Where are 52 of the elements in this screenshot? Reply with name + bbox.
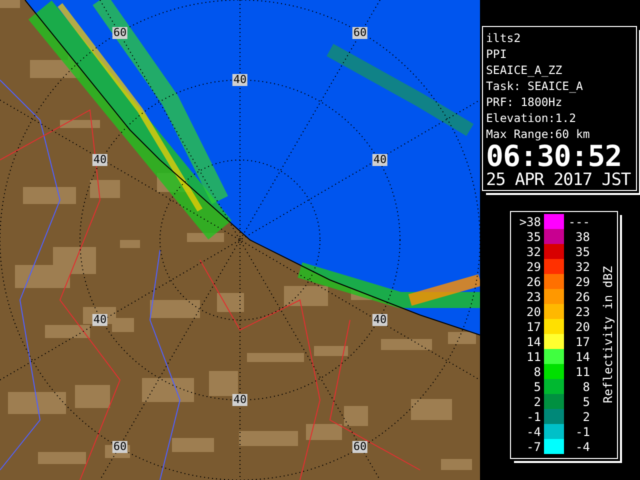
scan-date: 25 APR 2017 JST xyxy=(486,170,632,190)
legend-value: 38 xyxy=(574,230,590,244)
range-label: 60 xyxy=(352,27,368,39)
legend-value: -1 xyxy=(574,424,590,438)
legend-value: 35 xyxy=(574,244,590,258)
legend-title: Reflectivity in dBZ xyxy=(601,266,615,404)
scan-time: 06:30:52 xyxy=(486,142,622,170)
legend-value: 29 xyxy=(526,260,541,274)
legend-value: --- xyxy=(567,214,590,228)
legend-value: 17 xyxy=(526,320,541,334)
legend-value: 2 xyxy=(532,394,541,408)
legend-value: -7 xyxy=(526,440,541,454)
legend-value: 5 xyxy=(582,394,590,408)
info-text: Max Range:60 km xyxy=(486,126,591,142)
info-text: ilts2 xyxy=(486,30,522,46)
legend-value: >38 xyxy=(518,214,541,228)
legend-value: 29 xyxy=(574,274,590,288)
legend-value: 32 xyxy=(574,260,590,274)
info-text: PRF: 1800Hz xyxy=(486,94,564,110)
range-label: 40 xyxy=(232,74,248,86)
info-text: Elevation:1.2 xyxy=(486,110,578,126)
legend-value: 5 xyxy=(532,380,541,394)
legend-value: 17 xyxy=(574,334,590,348)
range-label: 40 xyxy=(372,154,388,166)
legend-value: 26 xyxy=(526,274,541,288)
legend-value: 2 xyxy=(582,410,590,424)
info-text: SEAICE_A_ZZ xyxy=(486,62,564,78)
legend-value: -1 xyxy=(526,410,541,424)
range-label: 40 xyxy=(92,314,108,326)
legend-value: 20 xyxy=(574,320,590,334)
legend-value: 23 xyxy=(574,304,590,318)
legend-value: 26 xyxy=(574,290,590,304)
legend-value: 32 xyxy=(526,244,541,258)
info-text: PPI xyxy=(486,46,508,62)
range-label: 40 xyxy=(232,394,248,406)
legend-value: -4 xyxy=(574,440,590,454)
legend-value: 8 xyxy=(582,380,590,394)
range-label: 40 xyxy=(92,154,108,166)
range-label: 60 xyxy=(112,27,128,39)
legend-value: 20 xyxy=(526,304,541,318)
legend-value: 35 xyxy=(526,230,541,244)
range-label: 60 xyxy=(352,441,368,453)
range-label: 40 xyxy=(372,314,388,326)
range-label: 60 xyxy=(112,441,128,453)
legend-value: 14 xyxy=(574,350,590,364)
legend-value: 11 xyxy=(574,364,590,378)
legend-value: -4 xyxy=(526,424,541,438)
legend-value: 11 xyxy=(526,350,541,364)
legend-value: 14 xyxy=(526,334,541,348)
info-text: Task: SEAICE_A xyxy=(486,78,584,94)
legend-value: 8 xyxy=(532,364,541,378)
legend-value: 23 xyxy=(526,290,541,304)
